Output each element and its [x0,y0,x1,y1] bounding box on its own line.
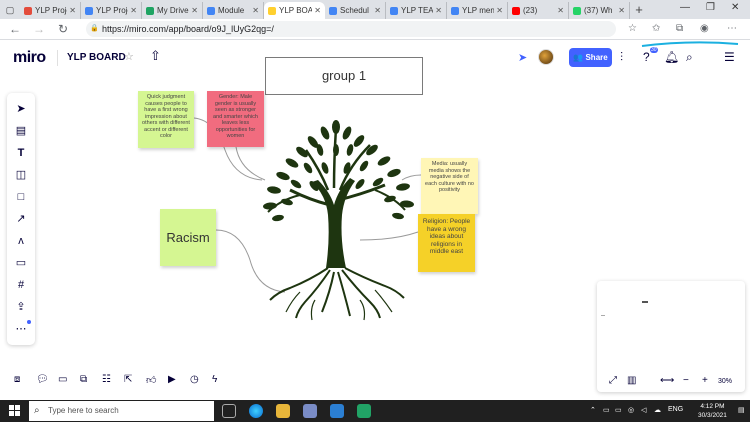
network-icon[interactable]: ◎ [628,406,634,414]
sticky-text: Gender: Male gender is usually seen as s… [213,94,258,139]
date: 30/3/2021 [698,412,727,419]
volume-icon[interactable]: ◁ [641,406,646,414]
search-placeholder: Type here to search [48,406,119,415]
sticky-note-judgment[interactable]: Quick judgment causes people to have a f… [138,91,194,148]
battery-icon[interactable]: ▭ [615,406,622,414]
store-icon[interactable] [303,404,317,418]
clock[interactable]: 4:12 PM 30/3/2021 [698,402,727,420]
pen-tool-icon[interactable]: ʌ [7,231,35,251]
mail-icon[interactable] [330,404,344,418]
map-icon[interactable]: ▥ [627,375,636,386]
tree-image[interactable] [263,120,415,321]
edge-icon[interactable] [249,404,263,418]
connector-gender[interactable] [235,146,266,181]
shape-tool-icon[interactable]: □ [7,187,35,207]
templates-icon[interactable]: ▤ [7,121,35,141]
zoom-out-icon[interactable]: − [683,375,689,386]
language-indicator[interactable]: ENG [668,406,683,413]
sticky-note-media[interactable]: Media: usually media shows the negative … [421,158,478,214]
left-toolbar: ➤ ▤ T ◫ □ ↗ ʌ ▭ # ⇪ ⋯ [7,93,35,345]
video-icon[interactable]: ▶ [168,374,176,385]
reactions-icon[interactable]: 👍︎ [146,374,156,386]
windows-start-icon[interactable] [9,405,21,417]
power-ups-icon[interactable]: ϟ [212,374,217,385]
sticky-note-racism[interactable]: Racism [160,209,216,266]
timer-icon[interactable]: ◷ [190,374,199,385]
taskbar-search[interactable]: ⌕ Type here to search [29,401,214,421]
sticky-text: Religion: People have a wrong ideas abou… [422,218,471,255]
share-screen-icon[interactable]: ⇱ [124,374,132,385]
connector-religion[interactable] [359,231,419,241]
fit-screen-icon[interactable]: ⤢ [609,375,617,386]
sticky-text: Quick judgment causes people to have a f… [142,94,190,139]
search-icon: ⌕ [34,405,40,416]
minimap-content [601,315,605,316]
frame-tool-icon[interactable]: # [7,275,35,295]
chat-icon[interactable]: ▭ [58,374,67,385]
upload-tool-icon[interactable]: ⇪ [7,297,35,317]
excel-icon[interactable] [357,404,371,418]
windows-taskbar: ⌕ Type here to search ⌃ ▭ ▭ ◎ ◁ ☁ ENG 4:… [0,400,750,422]
tray-chevron-icon[interactable]: ⌃ [590,406,596,414]
time: 4:12 PM [700,403,725,410]
zoom-in-icon[interactable]: + [702,375,708,386]
sticky-note-religion[interactable]: Religion: People have a wrong ideas abou… [418,214,475,272]
sticky-text: Racism [166,229,210,245]
task-view-icon[interactable] [222,404,236,418]
comment-tool-icon[interactable]: ▭ [7,253,35,273]
frames-icon[interactable]: ⧈ [14,374,20,385]
connector-racism[interactable] [215,229,286,293]
minimap[interactable]: ⤢ ▥ ⟷ − + 30% [597,281,745,392]
fit-width-icon[interactable]: ⟷ [660,375,674,386]
new-tool-dot [27,320,31,324]
connector-tool-icon[interactable]: ↗ [7,209,35,229]
minimap-content [642,301,648,303]
sticky-note-tool-icon[interactable]: ◫ [7,165,35,185]
zoom-level[interactable]: 30% [718,378,732,385]
bottom-toolbar: ⧈ 💬︎ ▭ ⧉ ☷ ⇱ 👍︎ ▶ ◷ ϟ [8,372,248,392]
tray-app-icon[interactable]: ▭ [603,406,610,414]
onedrive-icon[interactable]: ☁ [654,406,661,414]
notifications-icon[interactable]: ▤ [738,406,745,414]
cards-icon[interactable]: ☷ [102,374,111,385]
select-tool-icon[interactable]: ➤ [7,99,35,119]
text-tool-icon[interactable]: T [7,143,35,163]
screen-share-icon[interactable]: ⧉ [80,374,87,385]
comments-icon[interactable]: 💬︎ [36,374,49,385]
sticky-text: Media: usually media shows the negative … [425,161,474,193]
connector-media[interactable] [401,174,422,181]
file-explorer-icon[interactable] [276,404,290,418]
sticky-note-gender[interactable]: Gender: Male gender is usually seen as s… [207,91,264,147]
